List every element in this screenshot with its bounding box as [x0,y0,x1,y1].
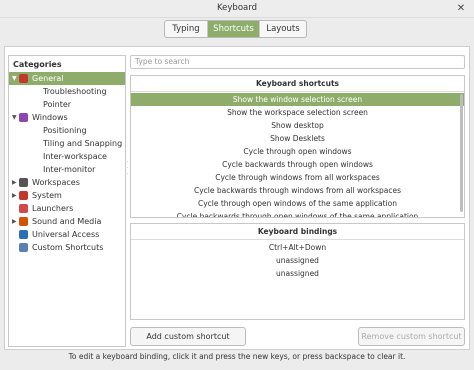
category-item[interactable]: Tiling and Snapping [9,137,125,150]
category-item[interactable]: Pointer [9,98,125,111]
category-item[interactable]: ▶ Workspaces [9,176,125,189]
category-item[interactable]: Inter-workspace [9,150,125,163]
add-custom-shortcut-button[interactable]: Add custom shortcut [130,327,246,346]
category-item[interactable]: Troubleshooting [9,85,125,98]
category-label: Inter-monitor [43,165,96,174]
remove-custom-shortcut-button[interactable]: Remove custom shortcut [358,327,465,346]
shortcut-row[interactable]: Show the workspace selection screen [131,106,464,119]
category-label: Custom Shortcuts [32,243,104,252]
category-label: System [32,191,62,200]
shortcuts-list: Keyboard shortcuts Show the window selec… [130,75,465,218]
search-input[interactable]: Type to search [130,55,465,69]
category-item[interactable]: ▶ System [9,189,125,202]
accessibility-icon [19,230,28,239]
general-icon [19,74,28,83]
category-label: Universal Access [32,230,100,239]
tab-bar: Typing Shortcuts Layouts [164,20,307,38]
shortcut-row[interactable]: Show Desklets [131,132,464,145]
category-label: Troubleshooting [43,87,107,96]
shortcut-row[interactable]: Cycle backwards through open windows [131,158,464,171]
shortcut-row[interactable]: Cycle through open windows of the same a… [131,197,464,210]
tab-layouts[interactable]: Layouts [260,21,306,37]
category-label: Sound and Media [32,217,102,226]
window-title: Keyboard [217,3,257,13]
categories-heading: Categories [13,60,62,69]
shortcuts-heading: Keyboard shortcuts [131,76,464,92]
category-label: Positioning [43,126,87,135]
category-label: Windows [32,113,68,122]
help-text: To edit a keyboard binding, click it and… [68,352,406,361]
windows-icon [19,113,28,122]
category-item[interactable]: Launchers [9,202,125,215]
title-bar: Keyboard ✕ [0,0,474,18]
category-label: Tiling and Snapping [43,139,123,148]
categories-panel: Categories ▼ General Troubleshooting Pointe… [8,55,126,347]
category-item[interactable]: Custom Shortcuts [9,241,125,254]
category-item[interactable]: ▶ Sound and Media [9,215,125,228]
category-item[interactable]: ▼ General [9,72,125,85]
tab-typing[interactable]: Typing [165,21,208,37]
category-label: Workspaces [32,178,80,187]
category-label: Pointer [43,100,72,109]
bindings-list: Keyboard bindings Ctrl+Alt+Down unassigne… [130,223,465,320]
category-item[interactable]: Universal Access [9,228,125,241]
category-item[interactable]: Inter-monitor [9,163,125,176]
category-item[interactable]: ▼ Windows [9,111,125,124]
category-label: General [32,74,64,83]
close-icon[interactable]: ✕ [454,2,468,16]
system-icon [19,191,28,200]
binding-row[interactable]: unassigned [131,267,464,280]
workspaces-icon [19,178,28,187]
launchers-icon [19,204,28,213]
category-label: Launchers [32,204,74,213]
category-label: Inter-workspace [43,152,107,161]
custom-icon [19,243,28,252]
binding-row[interactable]: unassigned [131,254,464,267]
tab-shortcuts[interactable]: Shortcuts [208,21,260,37]
binding-row[interactable]: Ctrl+Alt+Down [131,241,464,254]
sound-icon [19,217,28,226]
shortcut-row[interactable]: Show the window selection screen [131,93,464,106]
bindings-heading: Keyboard bindings [131,224,464,240]
shortcuts-scrollbar[interactable] [460,94,463,212]
shortcut-row[interactable]: Cycle backwards through windows from all… [131,184,464,197]
shortcut-row[interactable]: Cycle through open windows [131,145,464,158]
pane-splitter-handle[interactable]: · · · [126,160,129,210]
category-item[interactable]: Positioning [9,124,125,137]
shortcut-row[interactable]: Cycle through windows from all workspace… [131,171,464,184]
shortcut-row[interactable]: Cycle backwards through open windows of … [131,210,464,217]
shortcut-row[interactable]: Show desktop [131,119,464,132]
